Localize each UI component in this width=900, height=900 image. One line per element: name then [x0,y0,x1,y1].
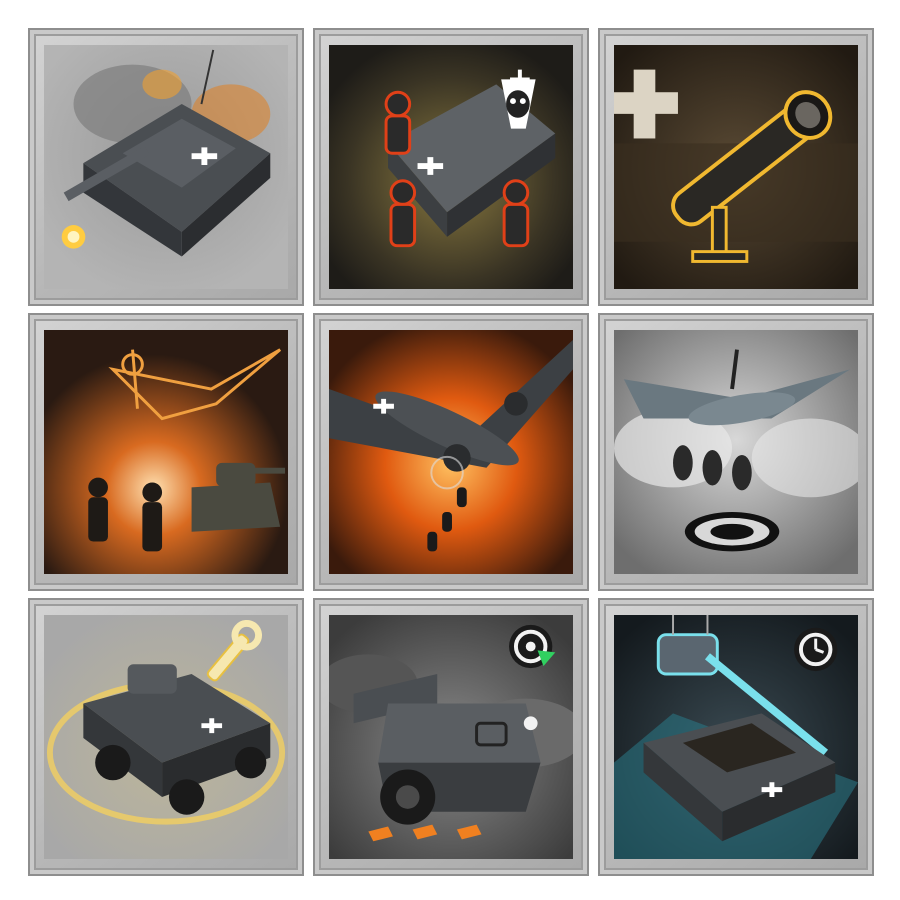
stuka-dive-bomb-icon [614,329,858,575]
ability-tile-bomber[interactable] [313,313,589,591]
armored-car-repair-icon [44,614,288,860]
ability-tile-strafing-run[interactable] [28,313,304,591]
ability-tile-stuka[interactable] [598,313,874,591]
target-marker [684,512,780,552]
ability-tile-infantry-halftrack[interactable] [313,28,589,306]
halftrack-recall-icon [329,614,573,860]
clock-timer-icon [794,627,838,672]
panzerschreck-launcher-icon [614,44,858,290]
ability-tile-tank-airdrop[interactable] [598,598,874,876]
ability-tile-panzerschreck[interactable] [598,28,874,306]
ju87-strafing-run-icon [44,329,288,575]
ability-tile-armored-car-repair[interactable] [28,598,304,876]
ability-tile-assault-gun[interactable] [28,28,304,306]
assault-gun-barrage-icon [44,44,288,290]
ability-tile-halftrack-recall[interactable] [313,598,589,876]
tank-airdrop-icon [614,614,858,860]
infantry-halftrack-icon [329,44,573,290]
bomber-carpet-bombing-icon [329,329,573,575]
ability-icon-grid [28,28,874,876]
